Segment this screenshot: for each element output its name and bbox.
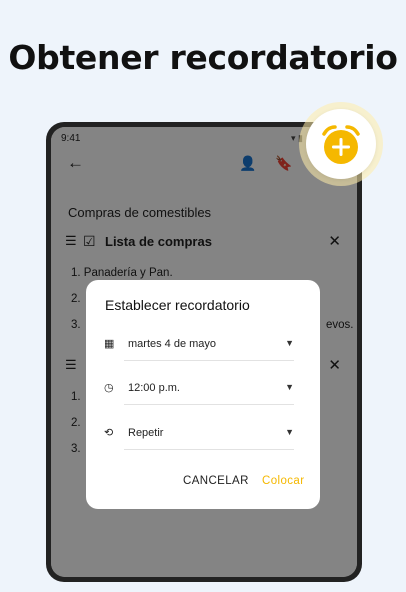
field-underline: [124, 360, 294, 361]
repeat-value: Repetir: [128, 427, 164, 439]
set-reminder-button[interactable]: Colocar: [262, 475, 304, 487]
dropdown-arrow-icon: ▼: [285, 338, 294, 348]
headline: Obtener recordatorio: [8, 38, 398, 77]
cancel-button[interactable]: CANCELAR: [183, 475, 249, 487]
clock-icon: ◷: [104, 382, 114, 394]
repeat-field[interactable]: ⟲ Repetir ▼: [104, 422, 294, 450]
time-value: 12:00 p.m.: [128, 382, 180, 394]
dropdown-arrow-icon: ▼: [285, 427, 294, 437]
add-alarm-badge: [299, 102, 383, 186]
calendar-icon: ▦: [104, 338, 115, 350]
time-field[interactable]: ◷ 12:00 p.m. ▼: [104, 377, 294, 405]
alarm-clock-plus-icon: [322, 125, 360, 164]
date-field[interactable]: ▦ martes 4 de mayo ▼: [104, 333, 294, 361]
date-value: martes 4 de mayo: [128, 338, 217, 350]
dropdown-arrow-icon: ▼: [285, 382, 294, 392]
field-underline: [124, 404, 294, 405]
repeat-icon: ⟲: [104, 427, 114, 439]
field-underline: [124, 449, 294, 450]
reminder-dialog: Establecer recordatorio ▦ martes 4 de ma…: [86, 280, 320, 509]
dialog-title: Establecer recordatorio: [105, 297, 250, 313]
add-alarm-badge-inner: [306, 109, 376, 179]
